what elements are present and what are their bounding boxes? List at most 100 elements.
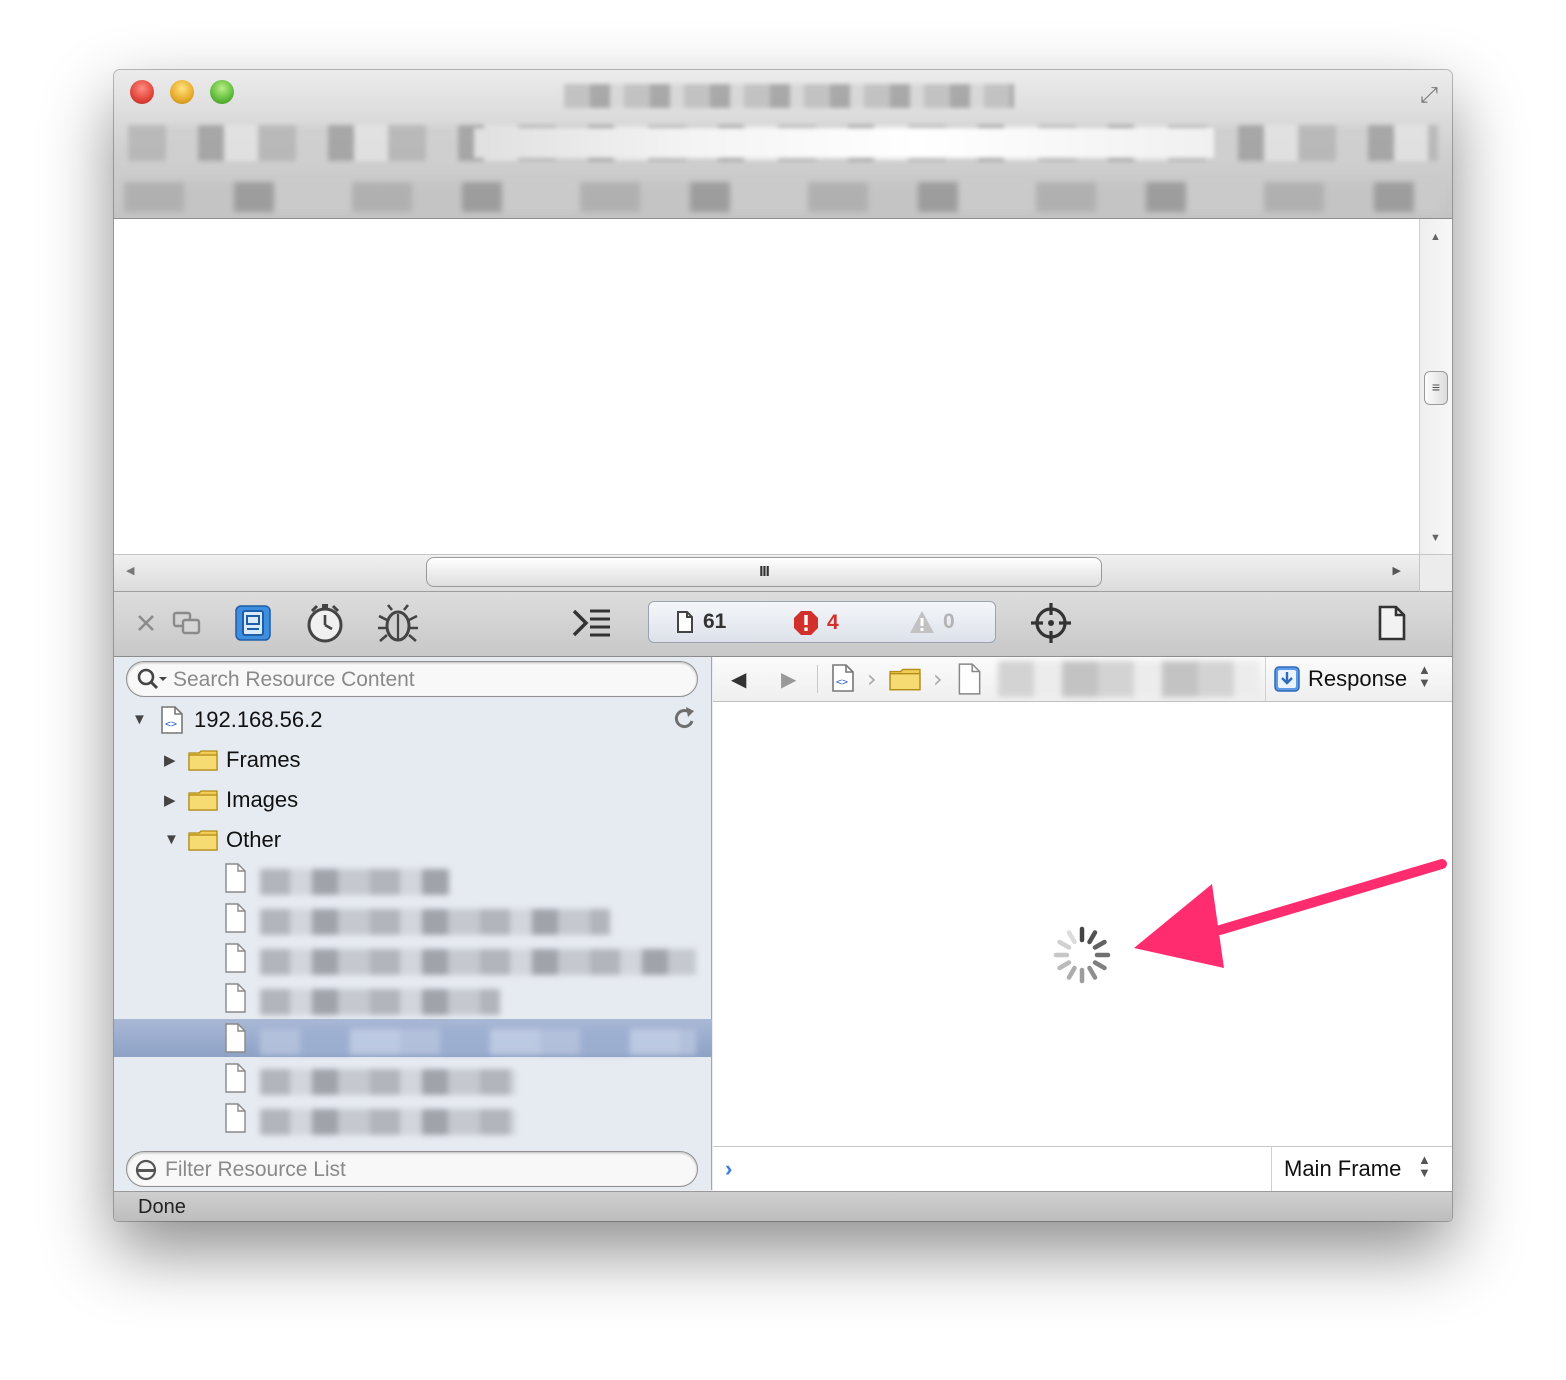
resource-name-redacted[interactable] bbox=[260, 949, 696, 975]
fullscreen-icon[interactable]: ⤢ bbox=[1414, 80, 1444, 110]
breadcrumb-separator-icon: › bbox=[867, 665, 877, 693]
disclosure-expanded-icon[interactable]: ▼ bbox=[132, 711, 147, 728]
document-icon bbox=[677, 611, 693, 633]
vertical-scrollbar[interactable]: ▲ ≡ ▼ bbox=[1419, 219, 1452, 554]
resource-name-redacted[interactable] bbox=[260, 1069, 516, 1095]
minimize-window-button[interactable] bbox=[170, 80, 194, 104]
forward-arrow-icon[interactable]: ▶ bbox=[781, 667, 796, 692]
tree-folder-row-images[interactable]: ▶ Images bbox=[114, 779, 712, 819]
browser-window: ⤢ ▲ ≡ ▼ ◀ III ▶ 61 4 0 Search Resource C… bbox=[114, 70, 1452, 1221]
scroll-right-arrow-icon[interactable]: ▶ bbox=[1393, 564, 1401, 577]
inspector-toolbar: 61 4 0 bbox=[114, 592, 1452, 657]
console-prompt-bar[interactable]: › Main Frame ▲ ▼ bbox=[713, 1146, 1452, 1191]
breadcrumb-separator-icon: › bbox=[933, 665, 943, 693]
frame-select-label: Main Frame bbox=[1284, 1156, 1402, 1181]
document-icon[interactable] bbox=[224, 1103, 246, 1133]
search-resource-content-field[interactable] bbox=[126, 661, 698, 697]
annotation-arrow-icon bbox=[1134, 859, 1447, 968]
document-icon[interactable] bbox=[224, 983, 246, 1013]
disclosure-collapsed-icon[interactable]: ▶ bbox=[164, 791, 176, 809]
folder-icon bbox=[188, 750, 218, 771]
stepper-arrows-icon: ▲ ▼ bbox=[1418, 1152, 1431, 1180]
response-select-label: Response bbox=[1308, 666, 1408, 691]
console-icon[interactable] bbox=[568, 602, 614, 644]
close-icon[interactable] bbox=[132, 602, 160, 644]
tree-folder-row-frames[interactable]: ▶ Frames bbox=[114, 739, 712, 779]
document-icon[interactable] bbox=[224, 863, 246, 893]
scroll-up-arrow-icon[interactable]: ▲ bbox=[1430, 231, 1441, 243]
debugger-icon[interactable] bbox=[374, 602, 422, 644]
folder-label-images: Images bbox=[226, 787, 299, 812]
document-icon[interactable] bbox=[224, 943, 246, 973]
horizontal-scrollbar[interactable]: ◀ III ▶ bbox=[114, 554, 1419, 592]
inspect-icon[interactable] bbox=[1028, 602, 1074, 644]
resource-name-redacted[interactable] bbox=[260, 909, 610, 935]
reload-icon[interactable] bbox=[672, 705, 698, 733]
document-icon[interactable] bbox=[224, 1063, 246, 1093]
folder-icon bbox=[188, 790, 218, 811]
vertical-scroll-thumb[interactable]: ≡ bbox=[1424, 371, 1448, 405]
scroll-down-arrow-icon[interactable]: ▼ bbox=[1430, 532, 1441, 544]
svg-text:<>: <> bbox=[165, 719, 177, 730]
error-icon bbox=[794, 611, 818, 635]
html-document-icon: <> bbox=[161, 706, 183, 734]
close-window-button[interactable] bbox=[130, 80, 154, 104]
web-content-area[interactable] bbox=[114, 219, 1419, 554]
root-domain-label: 192.168.56.2 bbox=[194, 707, 323, 732]
stepper-arrows-icon: ▲ ▼ bbox=[1418, 662, 1431, 690]
address-bar-redacted[interactable] bbox=[474, 128, 1214, 158]
document-icon[interactable] bbox=[957, 663, 981, 695]
disclosure-expanded-icon[interactable]: ▼ bbox=[164, 831, 179, 848]
undock-icon[interactable] bbox=[170, 602, 204, 644]
document-icon[interactable] bbox=[224, 903, 246, 933]
warning-count[interactable]: 0 bbox=[909, 610, 955, 634]
back-arrow-icon[interactable]: ◀ bbox=[731, 667, 746, 692]
window-title-redacted bbox=[564, 84, 1014, 108]
filter-icon bbox=[135, 1159, 157, 1181]
scroll-left-arrow-icon[interactable]: ◀ bbox=[126, 564, 134, 577]
nav-divider bbox=[817, 665, 818, 693]
folder-label-other: Other bbox=[226, 827, 282, 852]
details-sidebar-icon[interactable] bbox=[1372, 602, 1412, 644]
status-bar: Done bbox=[114, 1191, 1452, 1221]
download-arrow-icon bbox=[1274, 666, 1300, 692]
warning-icon bbox=[910, 611, 934, 633]
disclosure-collapsed-icon[interactable]: ▶ bbox=[164, 751, 176, 769]
error-count-value: 4 bbox=[827, 611, 839, 634]
search-icon bbox=[137, 668, 167, 690]
resource-name-redacted[interactable] bbox=[260, 869, 450, 895]
console-prompt-icon: › bbox=[725, 1156, 733, 1181]
folder-icon bbox=[188, 830, 218, 851]
status-text: Done bbox=[138, 1196, 186, 1218]
content-navigation-bar: ◀ ▶ <> › › Response ▲ ▼ bbox=[713, 657, 1452, 702]
filter-input[interactable] bbox=[163, 1155, 667, 1185]
breadcrumb-resource-name-redacted[interactable] bbox=[998, 661, 1260, 697]
filter-resource-list-field[interactable] bbox=[126, 1151, 698, 1187]
bookmarks-bar-redacted bbox=[124, 182, 1442, 212]
resource-name-redacted-selected[interactable] bbox=[260, 1029, 696, 1055]
resources-icon[interactable] bbox=[232, 602, 274, 644]
loading-spinner-icon bbox=[1053, 926, 1111, 984]
folder-icon[interactable] bbox=[889, 667, 921, 691]
html-document-icon[interactable]: <> bbox=[831, 663, 855, 693]
search-input[interactable] bbox=[171, 665, 675, 695]
resource-name-redacted[interactable] bbox=[260, 1109, 516, 1135]
zoom-window-button[interactable] bbox=[210, 80, 234, 104]
error-count[interactable]: 4 bbox=[793, 610, 839, 636]
title-bar: ⤢ bbox=[114, 70, 1452, 219]
resource-count[interactable]: 61 bbox=[675, 610, 726, 634]
timelines-icon[interactable] bbox=[302, 602, 348, 644]
folder-label-frames: Frames bbox=[226, 747, 301, 772]
tree-folder-row-other[interactable]: ▼ Other bbox=[114, 819, 712, 859]
frame-selector[interactable]: Main Frame ▲ ▼ bbox=[1271, 1147, 1452, 1191]
tree-root-row[interactable]: ▼ <> 192.168.56.2 bbox=[114, 699, 712, 739]
scrollbar-corner bbox=[1419, 554, 1452, 592]
issue-counts[interactable]: 61 4 0 bbox=[648, 601, 996, 643]
document-icon[interactable] bbox=[224, 1023, 246, 1053]
resource-count-value: 61 bbox=[703, 610, 727, 633]
response-selector[interactable]: Response ▲ ▼ bbox=[1265, 657, 1452, 701]
svg-text:<>: <> bbox=[836, 677, 848, 688]
resource-sidebar: ▼ <> 192.168.56.2 ▶ Frames ▶ Images ▼ Ot… bbox=[114, 657, 712, 1190]
horizontal-scroll-thumb[interactable]: III bbox=[426, 557, 1102, 587]
resource-name-redacted[interactable] bbox=[260, 989, 500, 1015]
